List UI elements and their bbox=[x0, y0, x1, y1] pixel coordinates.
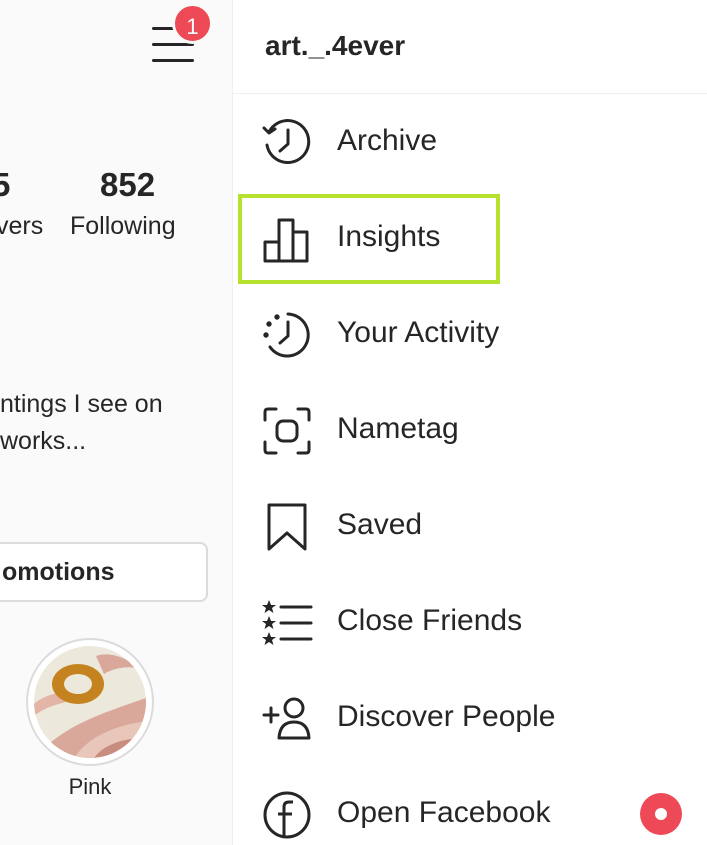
insights-highlight-frame bbox=[238, 194, 500, 284]
notification-dot bbox=[640, 793, 682, 835]
story-highlight[interactable] bbox=[26, 638, 154, 766]
menu-item-your-activity[interactable]: Your Activity bbox=[233, 286, 707, 382]
menu-header: art._.4ever bbox=[233, 0, 707, 94]
promotions-button[interactable]: omotions bbox=[0, 542, 208, 602]
menu-item-label: Your Activity bbox=[337, 316, 500, 349]
menu-username: art._.4ever bbox=[265, 30, 406, 61]
activity-icon bbox=[261, 310, 313, 360]
facebook-icon bbox=[261, 790, 313, 840]
menu-item-label: Open Facebook bbox=[337, 796, 551, 829]
menu-item-label: Saved bbox=[337, 508, 423, 541]
followers-label[interactable]: vers bbox=[0, 212, 43, 241]
menu-item-label: Discover People bbox=[337, 700, 556, 733]
menu-item-label: Nametag bbox=[337, 412, 459, 445]
nametag-icon bbox=[261, 406, 313, 456]
close-friends-icon bbox=[261, 598, 313, 648]
side-menu: art._.4ever Archive Insights Your Activi… bbox=[232, 0, 707, 845]
following-count[interactable]: 852 bbox=[100, 166, 155, 204]
notification-badge: 1 bbox=[172, 3, 213, 44]
menu-item-label: Archive bbox=[337, 124, 438, 157]
menu-item-discover-people[interactable]: Discover People bbox=[233, 670, 707, 766]
menu-item-label: Close Friends bbox=[337, 604, 523, 637]
menu-item-archive[interactable]: Archive bbox=[233, 94, 707, 190]
profile-bio: ntings I see on works... bbox=[0, 386, 163, 460]
discover-people-icon bbox=[261, 694, 313, 744]
highlight-cover-image bbox=[34, 646, 146, 758]
saved-icon bbox=[261, 502, 313, 552]
highlight-label: Pink bbox=[68, 774, 112, 799]
following-label[interactable]: Following bbox=[70, 212, 176, 241]
followers-count[interactable]: 5 bbox=[0, 166, 10, 204]
menu-item-open-facebook[interactable]: Open Facebook bbox=[233, 766, 707, 845]
bio-line: ntings I see on bbox=[0, 390, 163, 418]
profile-pane: 1 5 vers 852 Following ntings I see on w… bbox=[0, 0, 232, 845]
menu-item-saved[interactable]: Saved bbox=[233, 478, 707, 574]
bio-line: works... bbox=[0, 427, 87, 455]
menu-item-close-friends[interactable]: Close Friends bbox=[233, 574, 707, 670]
menu-item-nametag[interactable]: Nametag bbox=[233, 382, 707, 478]
archive-icon bbox=[261, 118, 313, 168]
